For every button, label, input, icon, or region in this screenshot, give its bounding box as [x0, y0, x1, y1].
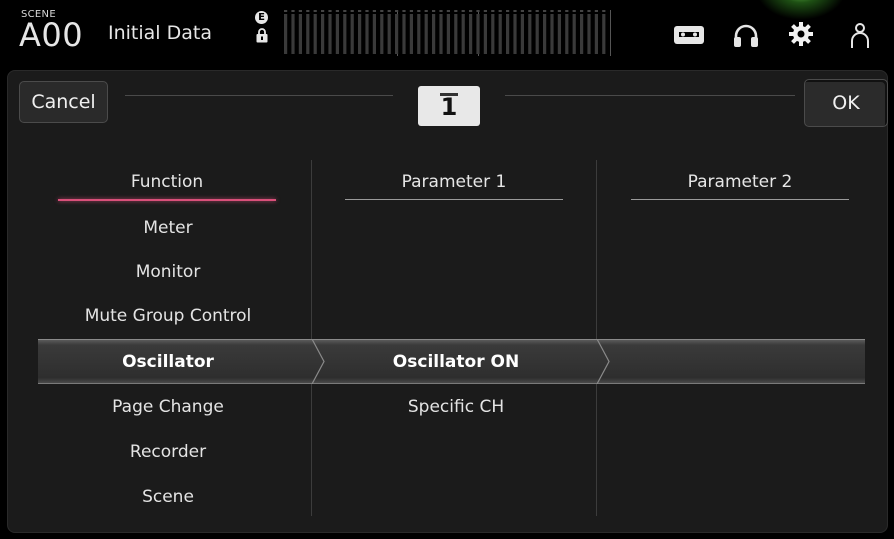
scene-name[interactable]: Initial Data — [108, 22, 212, 44]
parameter1-column-header: Parameter 1 — [401, 172, 507, 192]
parameter1-header-underline — [345, 199, 563, 200]
parameter1-item-specific-ch[interactable]: Specific CH — [328, 395, 584, 419]
meter-segment — [350, 14, 354, 54]
cancel-button[interactable]: Cancel — [19, 81, 108, 123]
recorder-icon[interactable] — [672, 24, 706, 46]
meter-segment — [565, 14, 569, 54]
meter-segment — [313, 14, 317, 54]
function-item-oscillator-selected[interactable]: Oscillator — [40, 350, 296, 374]
meter-segment — [439, 14, 443, 54]
meter-segment — [528, 14, 532, 54]
meter-segment — [461, 14, 465, 54]
meter-segment — [594, 14, 598, 54]
meter-segment — [454, 14, 458, 54]
function-header-underline — [58, 199, 276, 201]
chevron-right-icon — [311, 339, 325, 384]
meter-segment — [291, 14, 295, 54]
meter-segment — [513, 14, 517, 54]
column-divider-1 — [311, 160, 312, 516]
meter-segment — [483, 14, 487, 54]
meter-segment — [387, 14, 391, 54]
meter-segment — [335, 14, 339, 54]
meter-segment — [580, 14, 584, 54]
meter-segment — [535, 14, 539, 54]
level-meters[interactable] — [282, 10, 612, 56]
meter-segment — [424, 14, 428, 54]
scene-status-indicators: E — [255, 11, 269, 51]
meter-segment — [358, 14, 362, 54]
meter-segment — [365, 14, 369, 54]
parameter1-item-oscillator-on-selected[interactable]: Oscillator ON — [328, 350, 584, 374]
meter-segment — [543, 14, 547, 54]
meter-segment — [284, 14, 288, 54]
parameter2-column-header: Parameter 2 — [687, 172, 793, 192]
settings-glow — [756, 0, 846, 20]
ok-button[interactable]: OK — [804, 79, 888, 127]
meter-segment — [328, 14, 332, 54]
meter-segment — [446, 14, 450, 54]
meter-segment — [498, 14, 502, 54]
edit-badge: E — [255, 11, 268, 24]
settings-gear-icon[interactable] — [788, 21, 814, 47]
parameter2-list[interactable] — [606, 216, 876, 516]
header-divider-left — [125, 95, 393, 96]
channel-number: 1 — [440, 93, 458, 121]
meter-segment — [602, 14, 606, 54]
meter-segment — [380, 14, 384, 54]
meter-segment — [476, 14, 480, 54]
channel-badge-bar — [440, 93, 458, 96]
function-item-monitor[interactable]: Monitor — [40, 260, 296, 284]
meter-segment — [372, 14, 376, 54]
function-item-page-change[interactable]: Page Change — [40, 395, 296, 419]
meter-segment — [298, 14, 302, 54]
header-divider-right — [505, 95, 795, 96]
meter-segment — [491, 14, 495, 54]
meter-segment — [343, 14, 347, 54]
meter-segment — [550, 14, 554, 54]
top-status-bar: SCENE A00 Initial Data E — [0, 0, 894, 62]
meter-segment — [395, 14, 399, 54]
meter-segment — [306, 14, 310, 54]
user-icon[interactable] — [849, 21, 871, 49]
meter-segment — [557, 14, 561, 54]
meter-segment — [520, 14, 524, 54]
meter-segment — [432, 14, 436, 54]
function-item-mute-group-control[interactable]: Mute Group Control — [40, 304, 296, 328]
meter-segment — [417, 14, 421, 54]
parameter2-header-underline — [631, 199, 849, 200]
channel-badge: 1 — [418, 86, 480, 126]
function-column-header: Function — [130, 172, 204, 192]
lock-icon — [256, 28, 268, 43]
headphones-icon[interactable] — [732, 22, 760, 50]
meter-segment — [321, 14, 325, 54]
function-item-recorder[interactable]: Recorder — [40, 440, 296, 464]
function-item-scene[interactable]: Scene — [40, 485, 296, 509]
meter-segment — [506, 14, 510, 54]
meter-segment — [587, 14, 591, 54]
meter-segment — [469, 14, 473, 54]
function-item-meter[interactable]: Meter — [40, 216, 296, 240]
meter-segment — [572, 14, 576, 54]
column-divider-2 — [596, 160, 597, 516]
scene-number[interactable]: A00 — [19, 16, 83, 54]
meter-segment — [402, 14, 406, 54]
meter-segment — [409, 14, 413, 54]
